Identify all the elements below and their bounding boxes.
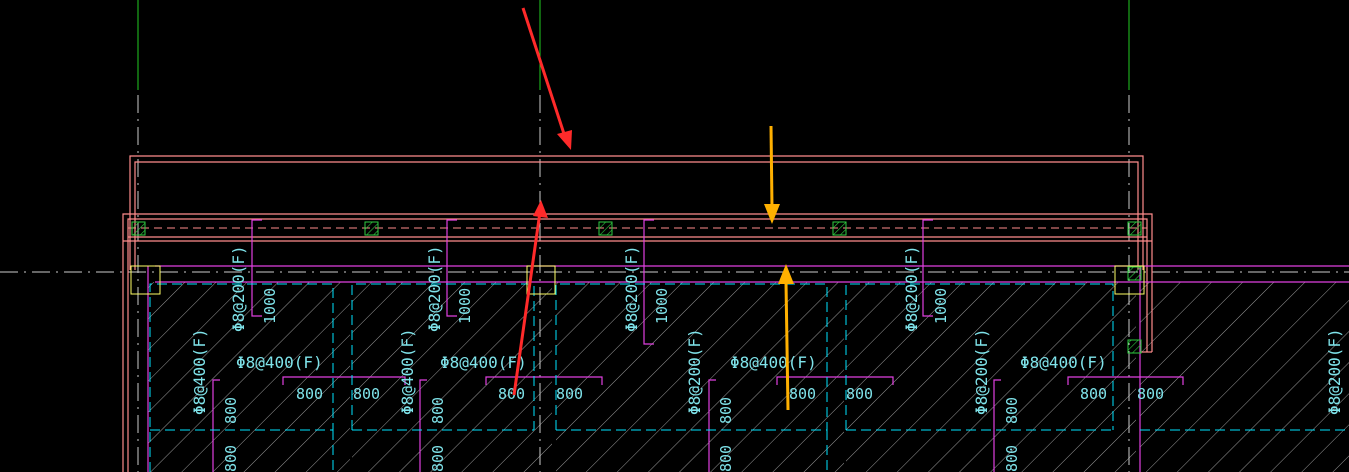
rebar-spec-label: Φ8@200(F) (229, 245, 248, 332)
dimension-label: 800 (1080, 385, 1107, 403)
red-arrow-shaft (521, 7, 568, 141)
cad-viewport[interactable]: Φ8@200(F) Φ8@200(F) Φ8@200(F) Φ8@200(F) … (0, 0, 1349, 472)
dimension-label: 800 (789, 385, 816, 403)
column (131, 221, 146, 236)
dimension-label: 1000 (653, 288, 671, 324)
dimension-label: 1000 (456, 288, 474, 324)
dimension-label: 800 (717, 445, 735, 472)
column (832, 221, 847, 236)
dimension-label: 800 (1137, 385, 1164, 403)
rebar-spec-label: Φ8@200(F) (1325, 328, 1344, 415)
dimension-label: 800 (296, 385, 323, 403)
rebar-spec-label: Φ8@400(F) (190, 328, 209, 415)
column (1127, 266, 1142, 281)
rebar-spec-label: Φ8@400(F) (1020, 353, 1107, 372)
red-arrow-head (533, 200, 548, 218)
dimension-label: 800 (222, 445, 240, 472)
red-arrow-head (557, 130, 572, 150)
red-arrow (521, 7, 572, 150)
orange-arrow-shaft (769, 125, 774, 209)
dimension-label: 800 (429, 445, 447, 472)
dimension-label: 1000 (261, 288, 279, 324)
orange-arrow (764, 125, 780, 224)
dimension-label: 1000 (932, 288, 950, 324)
rebar-spec-label: Φ8@400(F) (236, 353, 323, 372)
column (1127, 339, 1142, 354)
rebar-spec-label: Φ8@200(F) (425, 245, 444, 332)
column (598, 221, 613, 236)
dimension-label: 800 (498, 385, 525, 403)
dimension-label: 800 (556, 385, 583, 403)
rebar-spec-label: Φ8@400(F) (730, 353, 817, 372)
dimension-label: 800 (353, 385, 380, 403)
rebar-spec-label: Φ8@200(F) (972, 328, 991, 415)
rebar-spec-label: Φ8@400(F) (440, 353, 527, 372)
rebar-spec-label: Φ8@200(F) (622, 245, 641, 332)
axis-lines (137, 0, 1130, 90)
column (1127, 221, 1142, 236)
orange-arrow-head (778, 264, 794, 284)
rebar-spec-label: Φ8@200(F) (902, 245, 921, 332)
dimension-label: 800 (846, 385, 873, 403)
rebar-spec-label: Φ8@400(F) (398, 328, 417, 415)
column (364, 221, 379, 236)
dimension-label: 800 (1003, 397, 1021, 424)
dimension-label: 800 (222, 397, 240, 424)
rebar-spec-label: Φ8@200(F) (685, 328, 704, 415)
dimension-label: 800 (1003, 445, 1021, 472)
dimension-label: 800 (717, 397, 735, 424)
orange-arrow-shaft (784, 281, 790, 411)
dimension-label: 800 (429, 397, 447, 424)
cad-drawing[interactable]: Φ8@200(F) Φ8@200(F) Φ8@200(F) Φ8@200(F) … (0, 0, 1349, 472)
